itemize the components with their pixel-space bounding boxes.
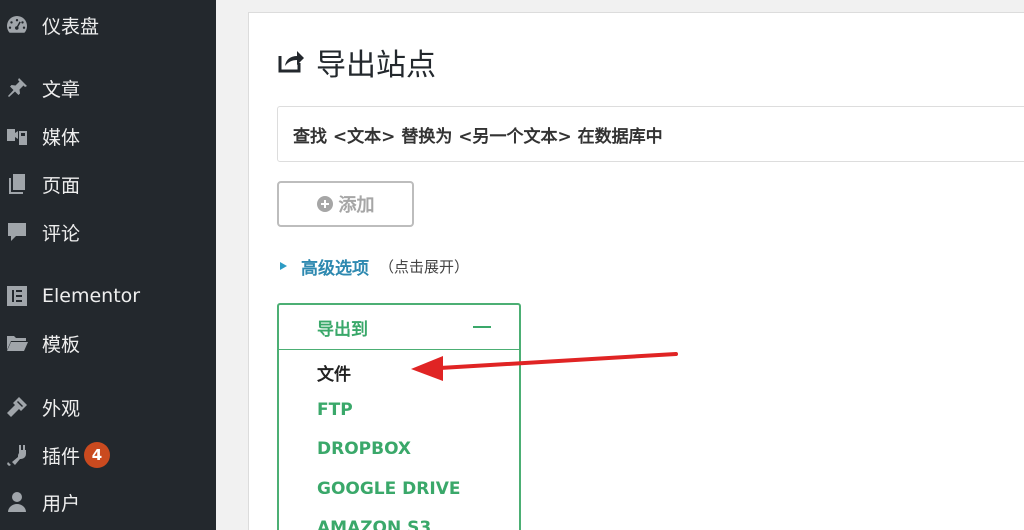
sidebar-item-media[interactable]: 媒体 <box>0 116 216 156</box>
sidebar-item-plugins[interactable]: 插件 4 <box>0 435 216 475</box>
sidebar-item-label: 页面 <box>42 174 81 197</box>
sidebar-item-label: 媒体 <box>42 126 81 149</box>
brush-icon <box>4 394 30 420</box>
sidebar-item-pages[interactable]: 页面 <box>0 164 216 204</box>
advanced-options-toggle[interactable]: 高级选项 （点击展开） <box>280 253 469 279</box>
export-option-file[interactable]: 文件 <box>317 360 351 385</box>
sidebar-item-label: 评论 <box>42 222 81 245</box>
sidebar-item-templates[interactable]: 模板 <box>0 323 216 363</box>
sidebar-item-appearance[interactable]: 外观 <box>0 387 216 427</box>
page-title: 导出站点 <box>316 48 436 83</box>
media-icon <box>4 123 30 149</box>
pages-icon <box>4 171 30 197</box>
advanced-options-hint: （点击展开） <box>379 257 470 276</box>
export-option-ftp[interactable]: FTP <box>317 400 353 420</box>
pin-icon <box>4 75 30 101</box>
dashboard-icon <box>4 12 30 38</box>
user-icon <box>4 489 30 515</box>
comment-icon <box>4 219 30 245</box>
sidebar-item-comments[interactable]: 评论 <box>0 212 216 252</box>
add-button-label: 添加 <box>338 195 375 216</box>
export-dropdown-header[interactable]: 导出到 <box>279 305 519 350</box>
elementor-icon <box>4 283 30 309</box>
add-button[interactable]: 添加 <box>277 181 414 227</box>
export-option-amazon-s3[interactable]: AMAZON S3 <box>317 518 431 530</box>
minus-icon[interactable] <box>473 326 491 328</box>
triangle-right-icon <box>280 262 287 270</box>
sidebar-item-posts[interactable]: 文章 <box>0 68 216 108</box>
find-replace-box[interactable]: 查找 <文本> 替换为 <另一个文本> 在数据库中 <box>277 106 1024 162</box>
admin-sidebar: 仪表盘 文章 媒体 页面 评论 Elementor 模板 外观 插件 4 用户 <box>0 0 216 530</box>
export-option-google-drive[interactable]: GOOGLE DRIVE <box>317 479 460 499</box>
page-header: 导出站点 <box>276 40 436 84</box>
sidebar-item-label: 插件 <box>42 445 81 468</box>
plus-circle-icon <box>316 196 333 212</box>
find-replace-text: 查找 <文本> 替换为 <另一个文本> 在数据库中 <box>293 126 663 147</box>
sidebar-item-label: Elementor <box>42 285 141 307</box>
export-dropdown-label: 导出到 <box>317 319 368 340</box>
sidebar-item-elementor[interactable]: Elementor <box>0 276 216 316</box>
folder-icon <box>4 330 30 356</box>
sidebar-item-dashboard[interactable]: 仪表盘 <box>0 5 216 45</box>
sidebar-item-label: 仪表盘 <box>42 15 100 38</box>
export-option-dropbox[interactable]: DROPBOX <box>317 439 411 459</box>
export-dropdown: 导出到 文件 FTP DROPBOX GOOGLE DRIVE AMAZON S… <box>277 303 521 530</box>
update-count-badge: 4 <box>84 442 110 468</box>
plugin-icon <box>4 442 30 468</box>
advanced-options-link[interactable]: 高级选项 <box>301 254 369 279</box>
sidebar-item-users[interactable]: 用户 <box>0 482 216 522</box>
sidebar-item-label: 文章 <box>42 78 81 101</box>
sidebar-item-label: 用户 <box>42 492 81 515</box>
sidebar-item-label: 模板 <box>42 333 81 356</box>
sidebar-item-label: 外观 <box>42 397 81 420</box>
export-icon <box>276 45 306 79</box>
